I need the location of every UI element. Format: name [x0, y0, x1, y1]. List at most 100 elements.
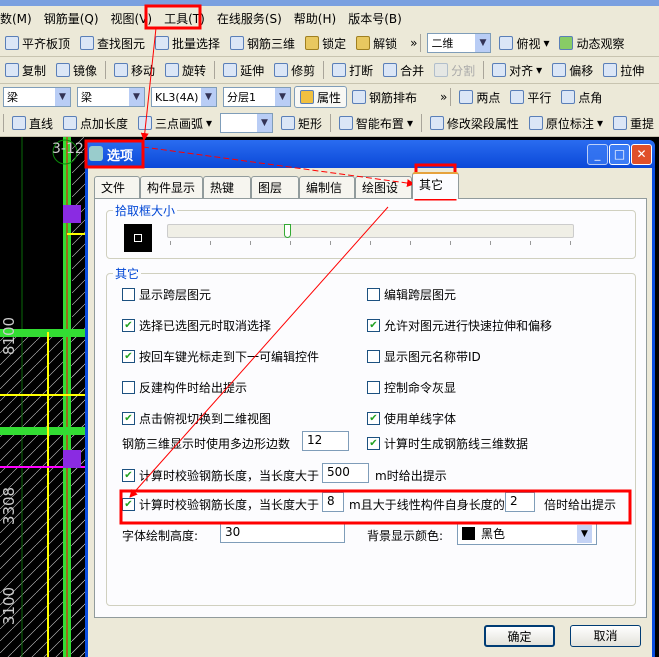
unlock-button[interactable]: 解锁	[351, 35, 402, 52]
option-checkbox[interactable]: 控制命令灰显	[367, 379, 456, 396]
rect-button[interactable]: 矩形	[276, 115, 327, 132]
two-point-button[interactable]: 两点	[454, 89, 505, 106]
binoculars-icon	[80, 36, 95, 50]
overflow-icon[interactable]: »	[440, 90, 447, 104]
re-extract-button[interactable]: 重提	[608, 115, 659, 132]
rebar-layout-button[interactable]: 钢筋排布	[347, 89, 422, 106]
split-button[interactable]: 分割	[429, 62, 480, 79]
break-button[interactable]: 打断	[327, 62, 378, 79]
property-button[interactable]: 属性	[294, 86, 348, 108]
parallel-button[interactable]: 平行	[505, 89, 556, 106]
menu-item[interactable]: 钢筋量(Q)	[38, 10, 105, 27]
merge-button[interactable]: 合并	[378, 62, 429, 79]
rect-icon	[280, 116, 295, 130]
trim-button[interactable]: 修剪	[269, 62, 320, 79]
component-select[interactable]: KL3(4A) ▼	[151, 87, 217, 107]
dialog-title: 选项	[107, 148, 134, 164]
align-button[interactable]: 对齐 ▾	[487, 62, 547, 79]
lock-icon	[305, 36, 320, 50]
move-icon	[114, 63, 129, 77]
menu-item[interactable]: 数(M)	[0, 10, 38, 27]
stretch-button[interactable]: 拉伸	[598, 62, 649, 79]
tab-other[interactable]: 其它	[412, 172, 459, 199]
tab-file[interactable]: 文件	[94, 176, 140, 198]
line-button[interactable]: 直线	[7, 115, 58, 132]
dimension-label: 3100	[0, 586, 19, 626]
length-threshold-input[interactable]: 500	[322, 463, 369, 483]
tab-drawing-settings[interactable]: 绘图设置	[355, 176, 412, 212]
pick-box-slider[interactable]	[167, 224, 574, 238]
smart-layout-button[interactable]: 智能布置 ▾	[334, 115, 418, 132]
check-length-checkbox[interactable]: ✔ 计算时校验钢筋长度，当长度大于	[122, 467, 319, 484]
ok-button[interactable]: 确定	[484, 625, 555, 647]
option-checkbox[interactable]: 编辑跨层图元	[367, 286, 456, 303]
checkbox-icon	[367, 381, 380, 394]
ratio-input[interactable]: 2	[505, 492, 535, 512]
options-dialog: 选项 _ □ ✕ 文件 构件显示 热键 图层 编制信息 绘图设置 其它 拾取框大…	[85, 140, 655, 657]
cancel-button[interactable]: 取消	[570, 625, 641, 647]
slider-thumb[interactable]	[284, 224, 291, 238]
point-length-button[interactable]: 点加长度	[58, 115, 133, 132]
option-checkbox[interactable]: 反建构件时给出提示	[122, 379, 247, 396]
option-checkbox[interactable]: ✔ 按回车键光标走到下一可编辑控件	[122, 348, 319, 365]
shape-select[interactable]: ▼	[220, 113, 273, 133]
copy-button[interactable]: 复制	[0, 62, 51, 79]
offset-button[interactable]: 偏移	[547, 62, 598, 79]
modify-beam-button[interactable]: 修改梁段属性	[425, 115, 524, 132]
option-checkbox[interactable]: ✔ 选择已选图元时取消选择	[122, 317, 271, 334]
font-height-input[interactable]: 30	[220, 523, 345, 543]
slider-ticks	[170, 241, 572, 246]
option-checkbox[interactable]: 显示图元名称带ID	[367, 348, 481, 365]
mirror-button[interactable]: 镜像	[51, 62, 102, 79]
align-slab-button[interactable]: 平齐板顶	[0, 35, 75, 52]
close-button[interactable]: ✕	[631, 144, 652, 165]
move-button[interactable]: 移动	[109, 62, 160, 79]
layer-select[interactable]: 分层1 ▼	[223, 87, 291, 107]
menu-item[interactable]: 在线服务(S)	[211, 10, 288, 27]
bg-color-select[interactable]: 黑色 ▼	[457, 522, 597, 545]
extend-button[interactable]: 延伸	[218, 62, 269, 79]
category-select[interactable]: 梁 ▼	[3, 87, 71, 107]
in-place-mark-button[interactable]: 原位标注 ▾	[524, 115, 608, 132]
arc-button[interactable]: 三点画弧 ▾	[133, 115, 217, 132]
gen3d-checkbox[interactable]: ✔ 计算时生成钢筋线三维数据	[367, 435, 528, 452]
option-checkbox[interactable]: ✔ 使用单线字体	[367, 410, 456, 427]
line-icon	[11, 116, 26, 130]
checkbox-icon: ✔	[122, 469, 135, 482]
find-button[interactable]: 查找图元	[75, 35, 150, 52]
tab-hotkeys[interactable]: 热键	[203, 176, 251, 198]
option-checkbox[interactable]: ✔ 允许对图元进行快速拉伸和偏移	[367, 317, 552, 334]
menu-item[interactable]: 版本号(B)	[342, 10, 408, 27]
point-angle-button[interactable]: 点角	[556, 89, 607, 106]
chevron-down-icon: ▼	[577, 524, 592, 543]
rotate-button[interactable]: 旋转	[160, 62, 211, 79]
type-select[interactable]: 梁 ▼	[77, 87, 145, 107]
length-min-input[interactable]: 8	[322, 492, 344, 512]
view-mode-select[interactable]: 二维 ▼	[427, 33, 492, 53]
option-checkbox[interactable]: ✔ 点击俯视切换到二维视图	[122, 410, 271, 427]
lock-button[interactable]: 锁定	[300, 35, 351, 52]
dialog-title-bar[interactable]: 选项	[85, 140, 655, 168]
check-length-ratio-checkbox[interactable]: ✔ 计算时校验钢筋长度，当长度大于	[122, 496, 319, 513]
polygon-input[interactable]: 12	[302, 431, 349, 451]
rebar-3d-button[interactable]: 钢筋三维	[225, 35, 300, 52]
option-checkbox[interactable]: 显示跨层图元	[122, 286, 211, 303]
drawing-canvas[interactable]: 3-12 8100 3308 3100	[0, 137, 85, 657]
menu-item[interactable]: 帮助(H)	[288, 10, 342, 27]
slider-tick	[170, 241, 171, 245]
tab-layers[interactable]: 图层	[251, 176, 299, 198]
split-icon	[434, 63, 449, 77]
slider-tick	[530, 241, 531, 245]
batch-select-button[interactable]: 批量选择	[150, 35, 225, 52]
tab-component-display[interactable]: 构件显示	[140, 176, 203, 198]
minimize-button[interactable]: _	[587, 144, 608, 165]
view-dir-button[interactable]: 俯视 ▾	[494, 35, 554, 52]
dynamic-view-button[interactable]: 动态观察	[554, 35, 629, 52]
tab-compile-info[interactable]: 编制信息	[299, 176, 355, 212]
menu-tools[interactable]: 工具(T)	[158, 10, 211, 27]
overflow-icon[interactable]: »	[410, 36, 417, 50]
slider-tick	[210, 241, 211, 245]
maximize-button[interactable]: □	[609, 144, 630, 165]
menu-item[interactable]: 视图(V)	[105, 10, 159, 27]
bg-color-label: 背景显示颜色:	[367, 529, 444, 543]
